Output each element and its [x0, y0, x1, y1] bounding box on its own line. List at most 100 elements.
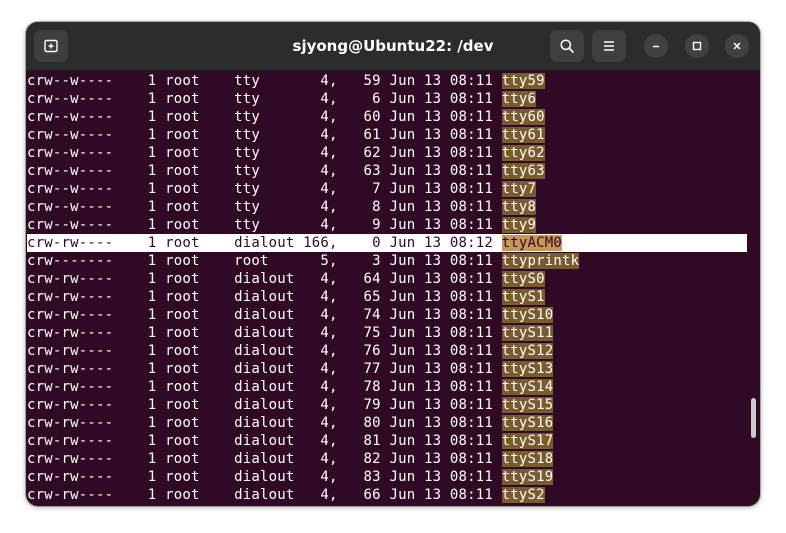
link-count: 1	[113, 343, 166, 359]
major-number: 4,	[303, 397, 347, 413]
minor-number: 59	[346, 73, 390, 89]
owner: root	[165, 217, 235, 233]
listing-row: crw------- 1 root root 5, 3 Jun 13 08:11…	[27, 252, 747, 270]
permissions: crw--w----	[27, 127, 114, 143]
file-name: tty6	[501, 91, 537, 107]
listing-row: crw-rw---- 1 root dialout 4, 66 Jun 13 0…	[27, 486, 747, 504]
link-count: 1	[113, 271, 166, 287]
modified-date: Jun 13 08:11	[389, 415, 502, 431]
listing-row: crw-rw---- 1 root dialout 4, 65 Jun 13 0…	[27, 288, 747, 306]
major-number: 4,	[303, 343, 347, 359]
listing-row: crw-rw---- 1 root dialout 166, 0 Jun 13 …	[27, 234, 747, 252]
major-number: 4,	[303, 361, 347, 377]
major-number: 4,	[303, 487, 347, 503]
permissions: crw-rw----	[27, 325, 114, 341]
major-number: 4,	[303, 451, 347, 467]
modified-date: Jun 13 08:12	[389, 235, 502, 251]
listing-row: crw-rw---- 1 root dialout 4, 79 Jun 13 0…	[27, 396, 747, 414]
owner: root	[165, 145, 235, 161]
group: dialout	[234, 433, 304, 449]
owner: root	[165, 397, 235, 413]
menu-button[interactable]	[592, 30, 626, 62]
terminal-output[interactable]: crw--w---- 1 root tty 4, 59 Jun 13 08:11…	[26, 71, 760, 506]
modified-date: Jun 13 08:11	[389, 433, 502, 449]
owner: root	[165, 307, 235, 323]
owner: root	[165, 325, 235, 341]
minor-number: 76	[346, 343, 390, 359]
listing-row: crw-rw---- 1 root dialout 4, 64 Jun 13 0…	[27, 270, 747, 288]
minor-number: 82	[346, 451, 390, 467]
group: tty	[234, 199, 304, 215]
permissions: crw-rw----	[27, 235, 114, 251]
link-count: 1	[113, 325, 166, 341]
file-name: tty8	[501, 199, 537, 215]
minor-number: 78	[346, 379, 390, 395]
listing-row: crw-rw---- 1 root dialout 4, 75 Jun 13 0…	[27, 324, 747, 342]
group: tty	[234, 181, 304, 197]
permissions: crw--w----	[27, 145, 114, 161]
modified-date: Jun 13 08:11	[389, 181, 502, 197]
permissions: crw-rw----	[27, 289, 114, 305]
listing-row: crw-rw---- 1 root dialout 4, 74 Jun 13 0…	[27, 306, 747, 324]
minor-number: 81	[346, 433, 390, 449]
link-count: 1	[113, 397, 166, 413]
group: tty	[234, 163, 304, 179]
file-name: ttyS0	[501, 271, 545, 287]
owner: root	[165, 163, 235, 179]
link-count: 1	[113, 127, 166, 143]
minimize-button[interactable]	[644, 34, 668, 58]
group: dialout	[234, 487, 304, 503]
listing-row: crw--w---- 1 root tty 4, 8 Jun 13 08:11 …	[27, 198, 747, 216]
modified-date: Jun 13 08:11	[389, 253, 502, 269]
listing-row: crw-rw---- 1 root dialout 4, 83 Jun 13 0…	[27, 468, 747, 486]
listing-row: crw--w---- 1 root tty 4, 61 Jun 13 08:11…	[27, 126, 747, 144]
file-name: ttyS13	[501, 361, 554, 377]
link-count: 1	[113, 487, 166, 503]
file-name: tty7	[501, 181, 537, 197]
permissions: crw--w----	[27, 73, 114, 89]
listing-row: crw-rw---- 1 root dialout 4, 78 Jun 13 0…	[27, 378, 747, 396]
group: dialout	[234, 415, 304, 431]
file-name: tty62	[501, 145, 545, 161]
major-number: 166,	[303, 235, 347, 251]
group: dialout	[234, 451, 304, 467]
file-name: tty61	[501, 127, 545, 143]
listing-row: crw--w---- 1 root tty 4, 59 Jun 13 08:11…	[27, 72, 747, 90]
minor-number: 83	[346, 469, 390, 485]
link-count: 1	[113, 379, 166, 395]
permissions: crw-rw----	[27, 487, 114, 503]
scrollbar-thumb[interactable]	[751, 398, 756, 438]
major-number: 4,	[303, 181, 347, 197]
maximize-button[interactable]	[685, 34, 709, 58]
minor-number: 3	[346, 253, 390, 269]
permissions: crw-rw----	[27, 361, 114, 377]
minor-number: 65	[346, 289, 390, 305]
minor-number: 7	[346, 181, 390, 197]
close-button[interactable]	[725, 34, 749, 58]
hamburger-menu-icon	[604, 41, 614, 51]
group: tty	[234, 127, 304, 143]
major-number: 4,	[303, 433, 347, 449]
listing-row: crw--w---- 1 root tty 4, 62 Jun 13 08:11…	[27, 144, 747, 162]
minor-number: 77	[346, 361, 390, 377]
link-count: 1	[113, 145, 166, 161]
permissions: crw-rw----	[27, 469, 114, 485]
file-name: ttyprintk	[501, 253, 580, 269]
file-name: tty63	[501, 163, 545, 179]
major-number: 4,	[303, 217, 347, 233]
major-number: 4,	[303, 145, 347, 161]
permissions: crw-rw----	[27, 343, 114, 359]
modified-date: Jun 13 08:11	[389, 469, 502, 485]
link-count: 1	[113, 199, 166, 215]
modified-date: Jun 13 08:11	[389, 451, 502, 467]
group: dialout	[234, 325, 304, 341]
listing-row: crw-rw---- 1 root dialout 4, 81 Jun 13 0…	[27, 432, 747, 450]
search-button[interactable]	[550, 30, 584, 62]
group: dialout	[234, 235, 304, 251]
major-number: 5,	[303, 253, 347, 269]
modified-date: Jun 13 08:11	[389, 397, 502, 413]
modified-date: Jun 13 08:11	[389, 487, 502, 503]
close-icon	[733, 42, 741, 50]
group: dialout	[234, 289, 304, 305]
owner: root	[165, 253, 235, 269]
